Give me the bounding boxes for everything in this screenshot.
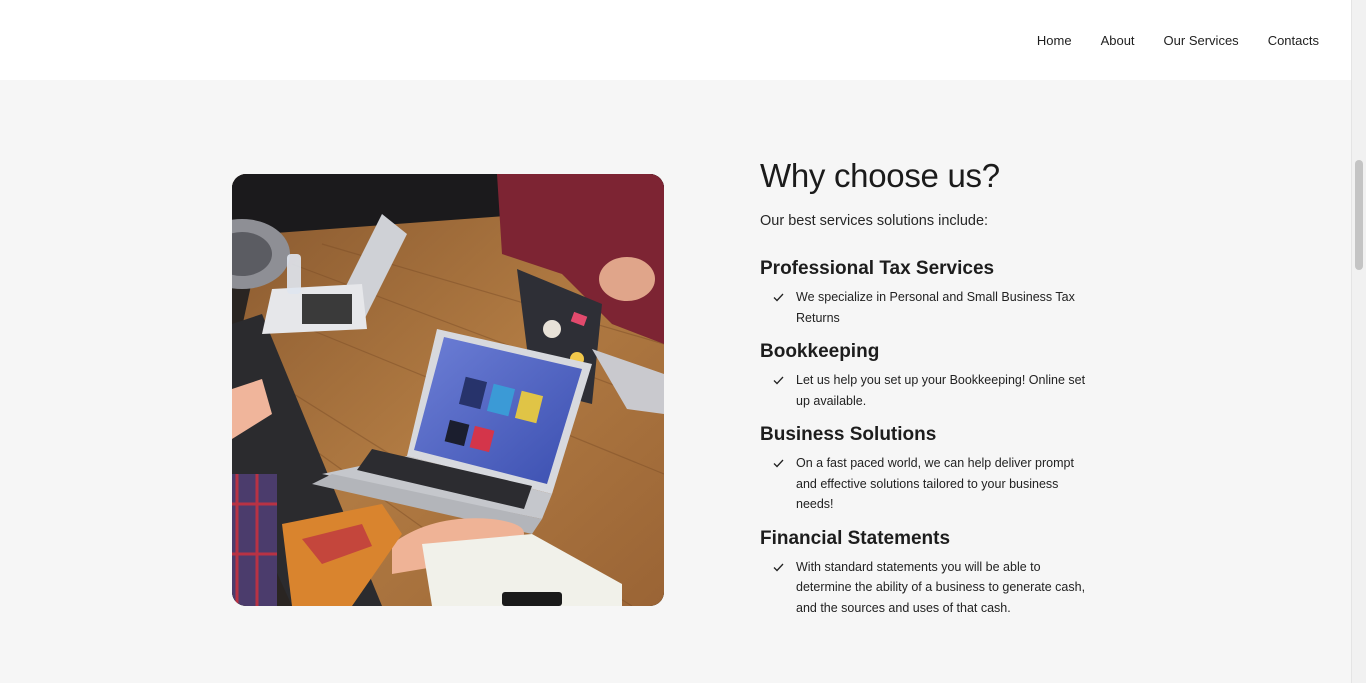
service-title: Bookkeeping: [760, 341, 880, 362]
section-intro: Our best services solutions include:: [760, 213, 989, 229]
main-nav: Home About Our Services Contacts: [1037, 0, 1319, 80]
service-title: Business Solutions: [760, 424, 937, 445]
meeting-laptops-photo: [232, 174, 664, 606]
site-header: Home About Our Services Contacts: [0, 0, 1351, 80]
service-description: On a fast paced world, we can help deliv…: [796, 456, 1074, 511]
service-block: Business Solutions On a fast paced world…: [760, 423, 1090, 515]
service-title: Professional Tax Services: [760, 258, 995, 279]
service-block: Professional Tax Services We specialize …: [760, 257, 1090, 328]
nav-about-link[interactable]: About: [1101, 33, 1135, 48]
service-list-item: With standard statements you will be abl…: [760, 557, 1090, 619]
service-block: Financial Statements With standard state…: [760, 527, 1090, 619]
page-scrollbar[interactable]: [1351, 0, 1366, 683]
service-list-item: On a fast paced world, we can help deliv…: [760, 453, 1090, 515]
checkmark-icon: [760, 287, 796, 328]
checkmark-icon: [760, 557, 796, 619]
nav-our-services-link[interactable]: Our Services: [1164, 33, 1239, 48]
service-block: Bookkeeping Let us help you set up your …: [760, 340, 1090, 411]
checkmark-icon: [760, 370, 796, 411]
checkmark-icon: [760, 453, 796, 515]
service-title: Financial Statements: [760, 527, 951, 549]
service-list-item: We specialize in Personal and Small Busi…: [760, 287, 1090, 328]
section-title: Why choose us?: [760, 157, 1000, 194]
service-description: With standard statements you will be abl…: [796, 559, 1086, 615]
scrollbar-thumb[interactable]: [1355, 160, 1363, 270]
why-choose-us-section: Why choose us? Our best services solutio…: [760, 154, 1090, 618]
nav-contacts-link[interactable]: Contacts: [1268, 33, 1319, 48]
photo-illustration: [232, 174, 664, 606]
service-list-item: Let us help you set up your Bookkeeping!…: [760, 370, 1090, 411]
service-description: We specialize in Personal and Small Busi…: [796, 290, 1075, 325]
service-description: Let us help you set up your Bookkeeping!…: [796, 373, 1086, 408]
nav-home-link[interactable]: Home: [1037, 33, 1072, 48]
